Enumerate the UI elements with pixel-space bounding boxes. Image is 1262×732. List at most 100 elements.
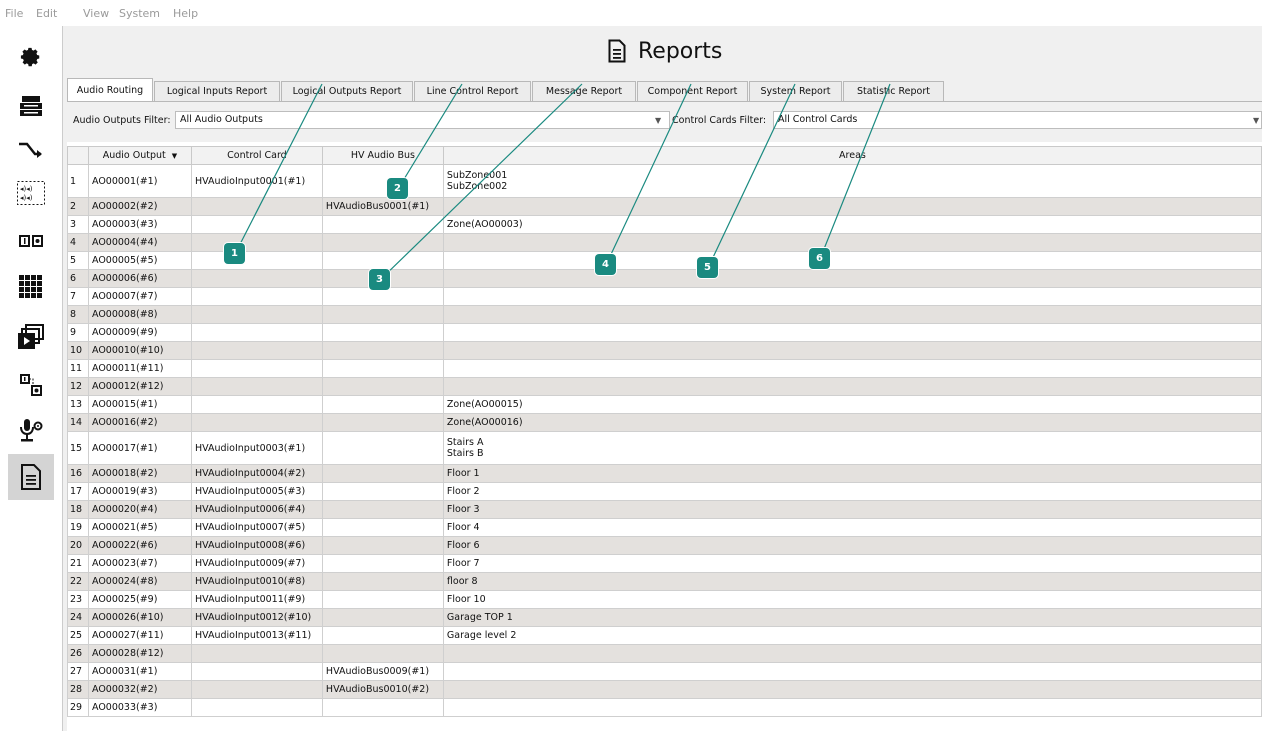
column-header-audio-output[interactable]: Audio Output ▼: [87, 146, 192, 165]
table-row[interactable]: 2 AO00002(#2) HVAudioBus0001(#1): [67, 197, 1262, 216]
sidebar-item-matrix[interactable]: [12, 268, 50, 306]
sidebar-item-settings[interactable]: [12, 38, 50, 76]
control-card-cell: [190, 269, 323, 288]
control-card-cell: [190, 662, 323, 681]
audio-output-cell: AO00022(#6): [87, 536, 192, 555]
sidebar-item-connections[interactable]: [12, 366, 50, 404]
hv-audio-bus-cell: [321, 518, 444, 537]
table-row[interactable]: 19 AO00021(#5) HVAudioInput0007(#5) Floor 4: [67, 518, 1262, 537]
table-row[interactable]: 17 AO00019(#3) HVAudioInput0005(#3) Floor 2: [67, 482, 1262, 501]
audio-output-cell: AO00018(#2): [87, 464, 192, 483]
table-row[interactable]: 6 AO00006(#6): [67, 269, 1262, 288]
hv-audio-bus-cell: [321, 395, 444, 414]
callout-badge-6: 6: [809, 248, 830, 269]
area-name: Floor 6: [446, 540, 480, 551]
table-row[interactable]: 23 AO00025(#9) HVAudioInput0011(#9) Floor 1…: [67, 590, 1262, 609]
table-row[interactable]: 3 AO00003(#3) Zone(AO00003): [67, 215, 1262, 234]
column-header-hv-audio-bus[interactable]: HV Audio Bus: [321, 146, 444, 165]
areas-cell: [442, 305, 1262, 324]
table-row[interactable]: 5 AO00005(#5): [67, 251, 1262, 270]
hv-audio-bus-cell: [321, 626, 444, 645]
audio-output-cell: AO00003(#3): [87, 215, 192, 234]
table-row[interactable]: 29 AO00033(#3): [67, 698, 1262, 717]
sidebar-item-audio-outputs[interactable]: ◂)◂) ◂)◂): [12, 174, 50, 212]
table-header: Audio Output ▼ Control Card HV Audio Bus…: [67, 146, 1262, 165]
row-number-cell: 15: [67, 431, 89, 465]
areas-cell: Floor 1: [442, 464, 1262, 483]
sidebar-item-io-modules[interactable]: [12, 222, 50, 260]
audio-output-cell: AO00006(#6): [87, 269, 192, 288]
control-card-cell: HVAudioInput0009(#7): [190, 554, 323, 573]
table-row[interactable]: 26 AO00028(#12): [67, 644, 1262, 663]
audio-output-cell: AO00009(#9): [87, 323, 192, 342]
table-row[interactable]: 27 AO00031(#1) HVAudioBus0009(#1): [67, 662, 1262, 681]
areas-cell: [442, 251, 1262, 270]
table-row[interactable]: 18 AO00020(#4) HVAudioInput0006(#4) Floor 3: [67, 500, 1262, 519]
hv-audio-bus-cell: [321, 359, 444, 378]
audio-output-cell: AO00011(#11): [87, 359, 192, 378]
row-number-cell: 22: [67, 572, 89, 591]
table-row[interactable]: 10 AO00010(#10): [67, 341, 1262, 360]
control-cards-filter-select[interactable]: All Control Cards: [773, 111, 1262, 129]
sidebar-item-devices[interactable]: [12, 87, 50, 125]
table-row[interactable]: 13 AO00015(#1) Zone(AO00015): [67, 395, 1262, 414]
area-name: Stairs B: [446, 448, 484, 459]
table-row[interactable]: 21 AO00023(#7) HVAudioInput0009(#7) Floor 7: [67, 554, 1262, 573]
routing-arrow-icon: [19, 142, 42, 158]
sidebar-item-microphones[interactable]: [12, 412, 50, 450]
tab-system-report[interactable]: System Report: [749, 81, 842, 101]
table-row[interactable]: 9 AO00009(#9): [67, 323, 1262, 342]
control-card-cell: HVAudioInput0001(#1): [190, 164, 323, 198]
control-card-cell: [190, 395, 323, 414]
table-row[interactable]: 28 AO00032(#2) HVAudioBus0010(#2): [67, 680, 1262, 699]
tab-line-control-report[interactable]: Line Control Report: [414, 81, 531, 101]
chevron-down-icon[interactable]: ▼: [1253, 116, 1259, 125]
tab-audio-routing[interactable]: Audio Routing: [67, 78, 153, 102]
row-number-cell: 7: [67, 287, 89, 306]
tab-statistic-report[interactable]: Statistic Report: [843, 81, 944, 101]
table-row[interactable]: 1 AO00001(#1) HVAudioInput0001(#1) SubZone0…: [67, 164, 1262, 198]
control-card-cell: [190, 359, 323, 378]
column-header-areas[interactable]: Areas: [442, 146, 1262, 165]
table-row[interactable]: 11 AO00011(#11): [67, 359, 1262, 378]
hv-audio-bus-cell: [321, 305, 444, 324]
table-row[interactable]: 14 AO00016(#2) Zone(AO00016): [67, 413, 1262, 432]
areas-cell: [442, 287, 1262, 306]
table-row[interactable]: 22 AO00024(#8) HVAudioInput0010(#8) floor 8: [67, 572, 1262, 591]
menu-system[interactable]: System: [119, 7, 160, 20]
tab-logical-inputs-report[interactable]: Logical Inputs Report: [154, 81, 280, 101]
audio-outputs-filter-select[interactable]: All Audio Outputs: [175, 111, 670, 129]
column-header-control-card[interactable]: Control Card: [190, 146, 323, 165]
menu-view[interactable]: View: [83, 7, 109, 20]
table-row[interactable]: 24 AO00026(#10) HVAudioInput0012(#10) Garag…: [67, 608, 1262, 627]
table-row[interactable]: 12 AO00012(#12): [67, 377, 1262, 396]
table-row[interactable]: 15 AO00017(#1) HVAudioInput0003(#1) Stairs …: [67, 431, 1262, 465]
sidebar: ◂)◂) ◂)◂): [0, 26, 63, 731]
area-name: Zone(AO00003): [446, 219, 523, 230]
chevron-down-icon[interactable]: ▼: [655, 116, 661, 125]
table-row[interactable]: 7 AO00007(#7): [67, 287, 1262, 306]
menu-file[interactable]: File: [5, 7, 23, 20]
areas-cell: [442, 197, 1262, 216]
menu-help[interactable]: Help: [173, 7, 198, 20]
areas-cell: [442, 233, 1262, 252]
control-card-cell: [190, 323, 323, 342]
tab-message-report[interactable]: Message Report: [532, 81, 636, 101]
control-card-cell: [190, 377, 323, 396]
callout-badge-3: 3: [369, 269, 390, 290]
sidebar-item-messages[interactable]: [12, 318, 50, 356]
areas-cell: Zone(AO00003): [442, 215, 1262, 234]
table-row[interactable]: 16 AO00018(#2) HVAudioInput0004(#2) Floor 1: [67, 464, 1262, 483]
table-row[interactable]: 25 AO00027(#11) HVAudioInput0013(#11) Garag…: [67, 626, 1262, 645]
tab-logical-outputs-report[interactable]: Logical Outputs Report: [281, 81, 413, 101]
sidebar-item-routing[interactable]: [12, 130, 50, 168]
menu-edit[interactable]: Edit: [36, 7, 57, 20]
table-row[interactable]: 20 AO00022(#6) HVAudioInput0008(#6) Floor 6: [67, 536, 1262, 555]
row-number-cell: 20: [67, 536, 89, 555]
table-row[interactable]: 8 AO00008(#8): [67, 305, 1262, 324]
sidebar-item-reports[interactable]: [8, 454, 54, 500]
table-row[interactable]: 4 AO00004(#4): [67, 233, 1262, 252]
areas-cell: Floor 2: [442, 482, 1262, 501]
tab-component-report[interactable]: Component Report: [637, 81, 748, 101]
areas-cell: Zone(AO00016): [442, 413, 1262, 432]
